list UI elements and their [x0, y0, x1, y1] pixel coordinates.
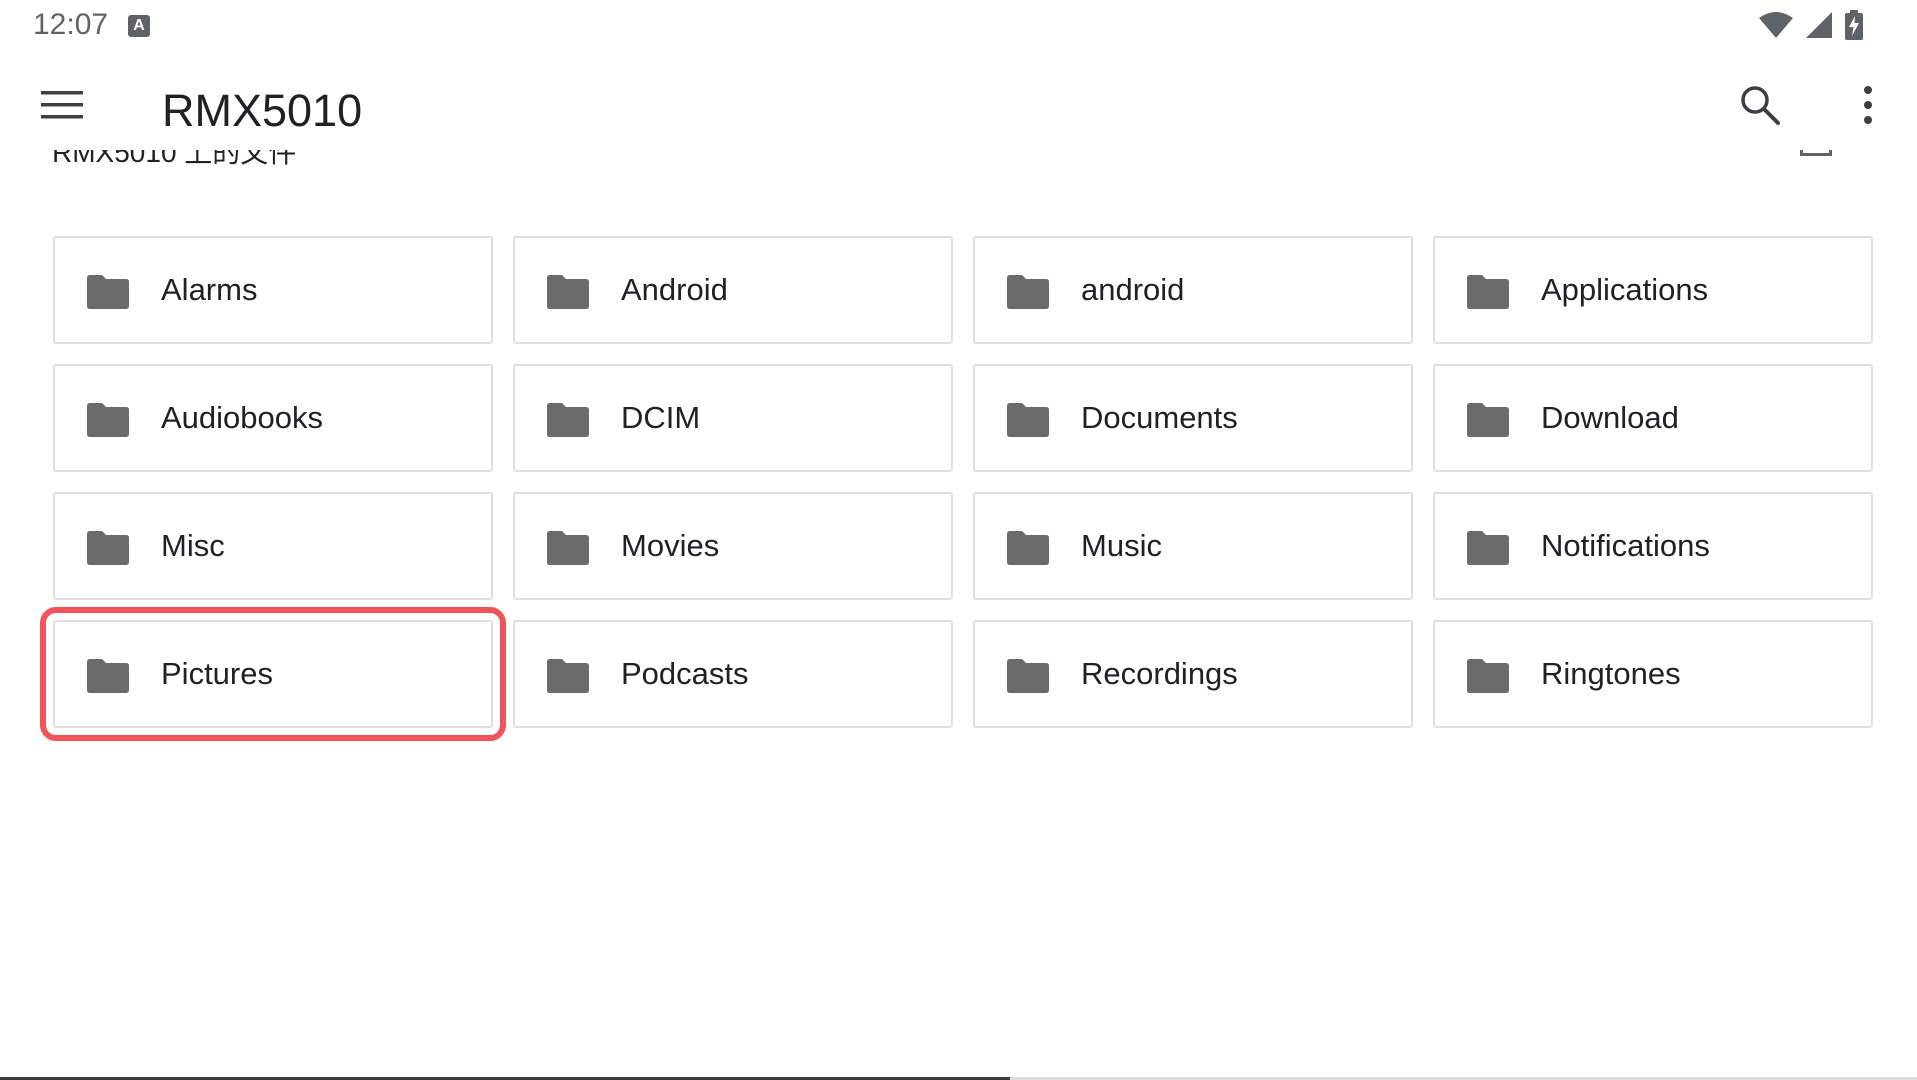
more-vert-icon [1862, 85, 1874, 130]
folder-item-android[interactable]: Android [513, 236, 953, 344]
folder-icon [85, 402, 131, 438]
folder-item-notifications[interactable]: Notifications [1433, 492, 1873, 600]
view-toggle-button[interactable] [1796, 150, 1840, 170]
folder-item-audiobooks[interactable]: Audiobooks [53, 364, 493, 472]
folder-item-music[interactable]: Music [973, 492, 1413, 600]
folder-icon [1465, 658, 1511, 694]
folder-icon [1005, 402, 1051, 438]
storage-subtitle-row: RMX5010 上的文件 [0, 150, 1917, 172]
folder-item-movies[interactable]: Movies [513, 492, 953, 600]
battery-charging-icon [1844, 10, 1864, 40]
folder-icon [85, 530, 131, 566]
folder-icon [1465, 402, 1511, 438]
folder-icon [545, 658, 591, 694]
folder-name: Pictures [161, 656, 273, 691]
folder-item-applications[interactable]: Applications [1433, 236, 1873, 344]
search-button[interactable] [1728, 75, 1792, 139]
folder-item-recordings[interactable]: Recordings [973, 620, 1413, 728]
view-list-icon [1800, 150, 1832, 156]
folder-item-android-lowercase[interactable]: android [973, 236, 1413, 344]
folder-item-podcasts[interactable]: Podcasts [513, 620, 953, 728]
folder-name: Alarms [161, 272, 258, 307]
folder-item-ringtones[interactable]: Ringtones [1433, 620, 1873, 728]
folder-name: Android [621, 272, 728, 307]
hamburger-menu-icon [41, 90, 83, 125]
folder-icon [545, 530, 591, 566]
status-bar: 12:07 A [0, 0, 1917, 50]
folder-item-alarms[interactable]: Alarms [53, 236, 493, 344]
folder-name: android [1081, 272, 1185, 307]
file-browser-screen: 12:07 A RMX5010 RMX5010 上的文件 Alarms Andr… [0, 0, 1917, 1080]
folder-name: Music [1081, 528, 1162, 563]
folder-grid: Alarms Android android Applications Audioboo… [40, 236, 1875, 741]
folder-icon [1005, 530, 1051, 566]
folder-item-documents[interactable]: Documents [973, 364, 1413, 472]
folder-name: Podcasts [621, 656, 749, 691]
storage-subtitle: RMX5010 上的文件 [52, 150, 297, 168]
folder-item-misc[interactable]: Misc [53, 492, 493, 600]
navigation-menu-button[interactable] [30, 75, 94, 139]
status-time: 12:07 [33, 8, 109, 41]
folder-name: Ringtones [1541, 656, 1681, 691]
cell-signal-icon [1804, 11, 1834, 39]
search-icon [1739, 84, 1781, 131]
folder-icon [1465, 274, 1511, 310]
keyboard-notification-icon: A [128, 15, 150, 37]
status-icons [1758, 10, 1864, 40]
folder-name: DCIM [621, 400, 701, 435]
wifi-icon [1758, 11, 1794, 39]
folder-item-pictures[interactable]: Pictures [40, 607, 506, 741]
folder-icon [545, 402, 591, 438]
page-title: RMX5010 [162, 85, 363, 136]
folder-name: Notifications [1541, 528, 1710, 563]
folder-name: Misc [161, 528, 225, 563]
folder-name: Audiobooks [161, 400, 324, 435]
folder-icon [85, 658, 131, 694]
folder-item-download[interactable]: Download [1433, 364, 1873, 472]
more-options-button[interactable] [1836, 75, 1900, 139]
folder-icon [545, 274, 591, 310]
folder-icon [85, 274, 131, 310]
folder-name: Documents [1081, 400, 1238, 435]
folder-name: Applications [1541, 272, 1709, 307]
folder-icon [1005, 658, 1051, 694]
folder-icon [1465, 530, 1511, 566]
folder-name: Movies [621, 528, 720, 563]
folder-name: Download [1541, 400, 1679, 435]
folder-name: Recordings [1081, 656, 1238, 691]
folder-icon [1005, 274, 1051, 310]
folder-item-dcim[interactable]: DCIM [513, 364, 953, 472]
